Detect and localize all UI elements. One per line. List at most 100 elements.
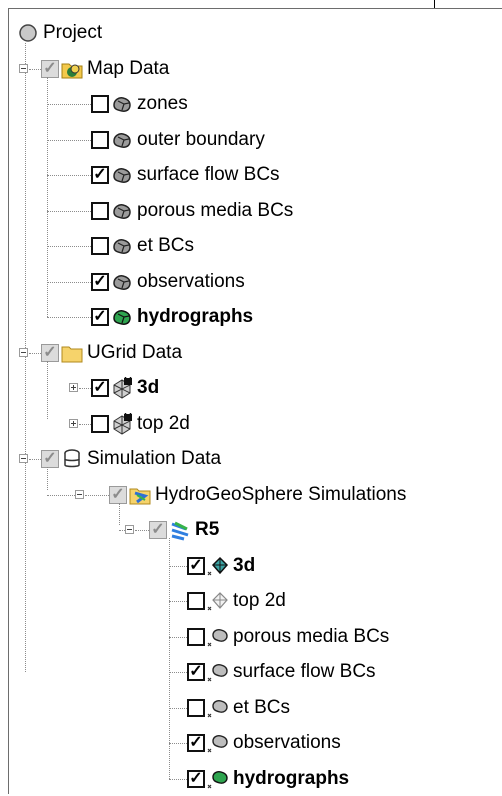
collapse-icon[interactable]	[125, 525, 134, 534]
visibility-checkbox[interactable]: ✓	[187, 734, 205, 752]
tree-connector	[169, 707, 187, 709]
map-data-folder-icon	[61, 58, 83, 80]
coverage-icon	[111, 200, 133, 222]
collapse-icon[interactable]	[19, 63, 28, 73]
tree-item-ugrid-data[interactable]: ✓ UGrid Data	[41, 336, 182, 370]
visibility-checkbox[interactable]: ✓	[109, 485, 127, 504]
tree-item-label: Simulation Data	[87, 448, 222, 469]
tree-item-coverage[interactable]: et BCs	[91, 229, 194, 263]
tree-item-label: 3d	[137, 377, 160, 398]
linked-ugrid-faded-icon	[207, 590, 229, 612]
tree-item-label: UGrid Data	[87, 341, 183, 363]
tree-item-coverage[interactable]: ✓ hydrographs	[91, 300, 253, 334]
coverage-icon	[111, 129, 133, 151]
visibility-checkbox[interactable]	[187, 627, 205, 646]
tree-connector	[25, 43, 26, 672]
tree-connector	[119, 502, 120, 525]
linked-coverage-icon	[207, 626, 229, 648]
tree-connector	[29, 68, 41, 70]
tree-item-label: surface flow BCs	[233, 661, 376, 682]
visibility-checkbox[interactable]	[91, 95, 109, 113]
collapse-icon[interactable]	[75, 489, 84, 499]
locked-ugrid-icon	[111, 409, 133, 435]
tree-connector	[85, 494, 109, 496]
tree-connector	[47, 467, 48, 490]
tree-item-label: porous media BCs	[137, 199, 294, 221]
simulation-icon	[169, 519, 191, 541]
tree-connector	[47, 104, 91, 105]
visibility-checkbox[interactable]: ✓	[149, 521, 167, 539]
tree-item-label: hydrographs	[233, 767, 350, 789]
folder-icon	[61, 342, 83, 364]
visibility-checkbox[interactable]: ✓	[187, 769, 205, 788]
tree-connector	[47, 139, 91, 141]
tree-item-sim-link[interactable]: et BCs	[187, 691, 290, 725]
tree-connector	[47, 360, 48, 419]
tree-item-label: 3d	[233, 554, 256, 576]
visibility-checkbox[interactable]: ✓	[91, 166, 109, 184]
tree-item-coverage[interactable]: zones	[91, 87, 188, 121]
tree-item-coverage[interactable]: porous media BCs	[91, 194, 293, 228]
visibility-checkbox[interactable]	[91, 237, 109, 255]
tree-item-sim-link[interactable]: porous media BCs	[187, 620, 389, 654]
tree-item-ugrid[interactable]: top 2d	[91, 407, 190, 441]
tree-item-simulation-data[interactable]: ✓ Simulation Data	[41, 442, 221, 476]
tree-item-sim-link[interactable]: ✓ 3d	[187, 549, 255, 583]
visibility-checkbox[interactable]: ✓	[41, 59, 59, 78]
coverage-icon	[111, 271, 133, 293]
tree-item-project[interactable]: Project	[15, 16, 102, 50]
tree-item-map-data[interactable]: ✓ Map Data	[41, 52, 169, 86]
tree-item-coverage[interactable]: ✓ observations	[91, 265, 245, 299]
tree-item-coverage[interactable]: ✓ surface flow BCs	[91, 158, 280, 192]
expand-icon[interactable]	[69, 418, 78, 428]
tree-item-sim-link[interactable]: ✓ hydrographs	[187, 762, 349, 796]
tree-item-simulation-r5[interactable]: ✓ R5	[149, 513, 219, 547]
tree-item-label: outer boundary	[137, 128, 265, 150]
tree-item-hgs-simulations[interactable]: ✓ HydroGeoSphere Simulations	[109, 478, 406, 512]
tree-connector	[169, 636, 187, 638]
visibility-checkbox[interactable]	[187, 592, 205, 610]
tree-item-label: observations	[233, 732, 341, 753]
coverage-icon	[111, 164, 133, 186]
tree-item-label: HydroGeoSphere Simulations	[155, 483, 407, 505]
visibility-checkbox[interactable]: ✓	[91, 272, 109, 291]
tree-item-label: top 2d	[137, 412, 190, 434]
linked-active-coverage-icon	[207, 768, 229, 790]
visibility-checkbox[interactable]	[91, 414, 109, 433]
tree-item-label: Project	[43, 22, 103, 43]
project-circle-icon	[17, 22, 39, 44]
linked-coverage-icon	[207, 732, 229, 754]
visibility-checkbox[interactable]	[91, 130, 109, 149]
expand-icon[interactable]	[69, 383, 78, 392]
tree-item-sim-link[interactable]: ✓ surface flow BCs	[187, 655, 376, 689]
tree-connector	[47, 494, 75, 496]
linked-coverage-icon	[207, 661, 229, 683]
tree-connector	[47, 281, 91, 283]
project-explorer-tree[interactable]: Project ✓ Map Data zones outer boundary ✓ surf…	[8, 8, 502, 794]
tree-connector	[135, 530, 149, 531]
tree-connector	[79, 423, 91, 425]
visibility-checkbox[interactable]: ✓	[91, 379, 109, 397]
tree-connector	[169, 538, 170, 779]
database-icon	[61, 448, 83, 470]
tree-connector	[47, 76, 48, 317]
visibility-checkbox[interactable]	[187, 698, 205, 717]
tree-item-label: et BCs	[137, 235, 195, 256]
tree-item-ugrid[interactable]: ✓ 3d	[91, 371, 159, 405]
tree-item-coverage[interactable]: outer boundary	[91, 123, 265, 157]
collapse-icon[interactable]	[19, 454, 28, 463]
tree-item-sim-link[interactable]: ✓ observations	[187, 726, 341, 760]
visibility-checkbox[interactable]: ✓	[41, 343, 59, 362]
visibility-checkbox[interactable]: ✓	[41, 450, 59, 468]
tree-connector	[119, 530, 125, 531]
visibility-checkbox[interactable]: ✓	[187, 663, 205, 681]
visibility-checkbox[interactable]: ✓	[91, 308, 109, 326]
tree-connector	[29, 352, 41, 354]
visibility-checkbox[interactable]	[91, 201, 109, 220]
collapse-icon[interactable]	[19, 347, 28, 357]
visibility-checkbox[interactable]: ✓	[187, 556, 205, 575]
coverage-icon	[111, 93, 133, 115]
simulations-folder-icon	[129, 484, 151, 506]
tree-item-sim-link[interactable]: top 2d	[187, 584, 286, 618]
tree-connector	[47, 210, 91, 212]
